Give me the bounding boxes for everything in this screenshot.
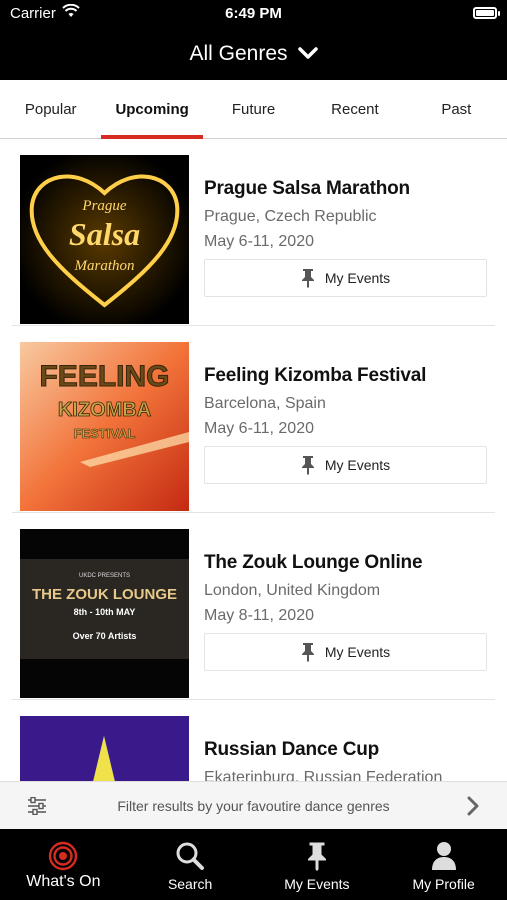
target-icon: [0, 841, 127, 871]
chevron-down-icon: [297, 42, 318, 66]
search-icon: [127, 841, 254, 871]
poster-line: Salsa: [69, 216, 140, 252]
tab-recent[interactable]: Recent: [304, 80, 405, 138]
poster-line: FEELING: [39, 360, 169, 393]
add-to-my-events-button[interactable]: My Events: [204, 259, 487, 297]
tab-future[interactable]: Future: [203, 80, 304, 138]
event-list[interactable]: Prague Salsa Marathon Prague Salsa Marat…: [0, 139, 507, 781]
event-poster-image: FEELING KIZOMBA FESTIVAL: [20, 342, 189, 511]
poster-line: Prague: [81, 198, 127, 214]
pin-icon: [301, 642, 315, 662]
my-events-label: My Events: [324, 644, 391, 660]
event-dates: May 6-11, 2020: [204, 420, 314, 437]
event-title[interactable]: Feeling Kizomba Festival: [204, 364, 485, 388]
pin-icon: [301, 268, 315, 288]
tab-my-profile[interactable]: My Profile: [380, 829, 507, 900]
poster-line: Over 70 Artists: [73, 631, 137, 641]
pin-icon: [254, 841, 381, 871]
event-poster-image: UKDC PRESENTS THE ZOUK LOUNGE 8th - 10th…: [20, 529, 189, 698]
genre-title: All Genres: [189, 42, 288, 65]
event-item[interactable]: Prague Salsa Marathon Prague Salsa Marat…: [12, 139, 495, 326]
chevron-right-icon[interactable]: [467, 796, 479, 819]
event-poster-image: Prague Salsa Marathon: [20, 155, 189, 324]
event-item[interactable]: Russian Dance Cup Ekaterinburg, Russian …: [12, 700, 495, 781]
poster-line: THE ZOUK LOUNGE: [32, 586, 177, 603]
status-bar: Carrier 6:49 PM: [0, 0, 507, 28]
event-location: Ekaterinburg, Russian Federation: [204, 769, 443, 781]
genre-filter-bar[interactable]: Filter results by your favoutire dance g…: [0, 781, 507, 830]
add-to-my-events-button[interactable]: My Events: [204, 446, 487, 484]
event-dates: May 8-11, 2020: [204, 607, 314, 624]
filter-hint-text: Filter results by your favoutire dance g…: [117, 798, 390, 814]
event-poster-image: [20, 716, 189, 781]
bottom-tab-bar: What's On Search My Events My Profile: [0, 829, 507, 900]
pin-icon: [301, 455, 315, 475]
genre-selector[interactable]: All Genres: [0, 28, 507, 80]
poster-line: FESTIVAL: [74, 426, 136, 441]
event-location: London, United Kingdom: [204, 582, 381, 599]
event-item[interactable]: UKDC PRESENTS THE ZOUK LOUNGE 8th - 10th…: [12, 513, 495, 700]
event-dates: May 6-11, 2020: [204, 233, 314, 250]
user-icon: [380, 841, 507, 871]
event-location: Prague, Czech Republic: [204, 208, 377, 225]
event-title[interactable]: Russian Dance Cup: [204, 738, 485, 762]
event-title[interactable]: The Zouk Lounge Online: [204, 551, 485, 575]
tab-upcoming[interactable]: Upcoming: [101, 80, 204, 139]
event-location: Barcelona, Spain: [204, 395, 326, 412]
tab-label: My Events: [284, 876, 350, 892]
tab-whats-on[interactable]: What's On: [0, 829, 127, 900]
tab-search[interactable]: Search: [127, 829, 254, 900]
my-events-label: My Events: [324, 270, 391, 286]
event-title[interactable]: Prague Salsa Marathon: [204, 177, 485, 201]
tab-label: Search: [167, 876, 213, 892]
tab-my-events[interactable]: My Events: [254, 829, 381, 900]
battery-icon: [473, 7, 500, 19]
poster-line: Marathon: [74, 258, 135, 274]
time-filter-tabs: Popular Upcoming Future Recent Past: [0, 80, 507, 139]
my-events-label: My Events: [324, 457, 391, 473]
poster-line: UKDC PRESENTS: [79, 573, 130, 579]
tab-popular[interactable]: Popular: [0, 80, 101, 138]
add-to-my-events-button[interactable]: My Events: [204, 633, 487, 671]
tab-label: My Profile: [412, 876, 475, 892]
poster-line: KIZOMBA: [58, 399, 151, 421]
poster-line: 8th - 10th MAY: [74, 607, 136, 617]
clock: 6:49 PM: [225, 5, 282, 22]
event-item[interactable]: FEELING KIZOMBA FESTIVAL Feeling Kizomba…: [12, 326, 495, 513]
tab-label: What's On: [26, 873, 101, 890]
tab-past[interactable]: Past: [406, 80, 507, 138]
